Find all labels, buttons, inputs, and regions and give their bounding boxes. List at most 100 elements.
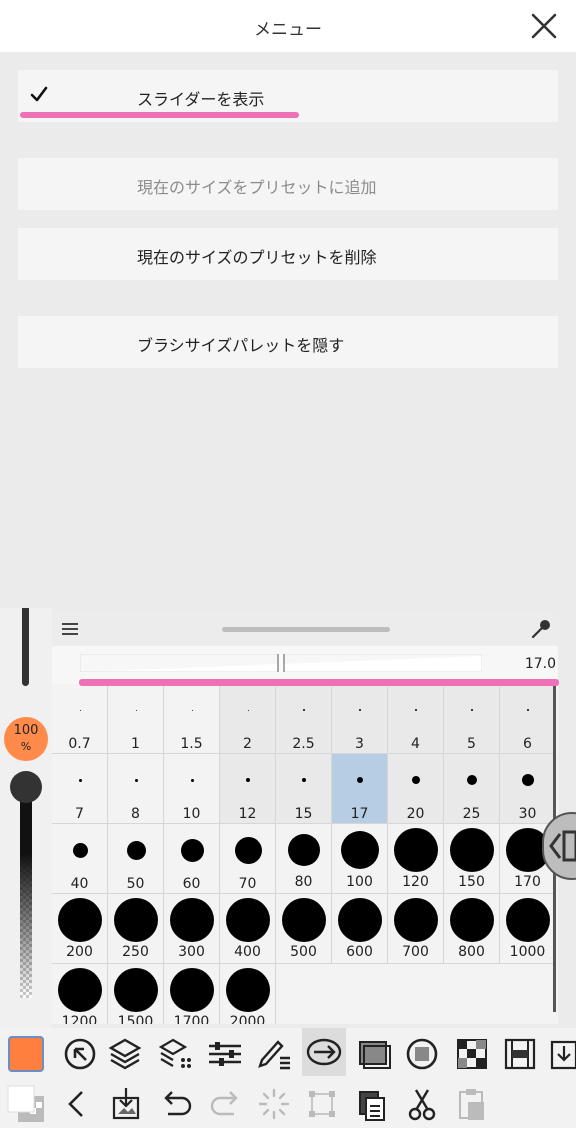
brush-preset-label: 1500 <box>117 1014 154 1024</box>
brush-preset-label: 200 <box>66 944 93 960</box>
brush-preset-600[interactable]: 600 <box>332 894 388 964</box>
brush-preview-dot <box>58 968 102 1012</box>
layer-property-button[interactable] <box>155 1032 199 1076</box>
brush-preset-60[interactable]: 60 <box>164 824 220 894</box>
brush-preset-label: 500 <box>290 944 317 960</box>
brush-preset-label: 50 <box>126 876 145 892</box>
import-button[interactable] <box>104 1082 148 1126</box>
brush-preset-label: 5 <box>467 736 476 752</box>
brush-preset-1000[interactable]: 1000 <box>500 894 556 964</box>
brush-preset-grid: 0.7 1 1.5 2 2.5 3 4 5 6 7 8 10 12 15 17 20 25 30 40 50 60 70 8… <box>52 684 556 1024</box>
brush-preview-dot <box>526 708 530 712</box>
brush-preset-100[interactable]: 100 <box>332 824 388 894</box>
brush-preset-1.5[interactable]: 1.5 <box>164 684 220 754</box>
brush-preset-label: 1.5 <box>180 736 203 752</box>
brush-size-slider[interactable] <box>80 654 482 672</box>
brush-preset-2.5[interactable]: 2.5 <box>276 684 332 754</box>
menu-item-label: 現在のサイズをプリセットに追加 <box>137 178 377 197</box>
brush-preset-20[interactable]: 20 <box>388 754 444 824</box>
copy-icon <box>359 1091 385 1121</box>
brush-preset-5[interactable]: 5 <box>444 684 500 754</box>
brush-preset-1500[interactable]: 1500 <box>108 964 164 1024</box>
cut-button[interactable] <box>400 1082 444 1126</box>
chevron-left-icon <box>549 830 576 862</box>
close-button[interactable] <box>526 8 562 44</box>
brush-preset-6[interactable]: 6 <box>500 684 556 754</box>
copy-button[interactable] <box>350 1082 394 1126</box>
brush-preset-1700[interactable]: 1700 <box>164 964 220 1024</box>
brush-preset-12[interactable]: 12 <box>220 754 276 824</box>
brush-preset-500[interactable]: 500 <box>276 894 332 964</box>
subtool-detail-button[interactable] <box>400 1032 444 1076</box>
sub-tool-button[interactable] <box>252 1032 296 1076</box>
brush-preset-2[interactable]: 2 <box>220 684 276 754</box>
window-button[interactable] <box>352 1032 396 1076</box>
back-button[interactable] <box>56 1082 100 1126</box>
brush-preview-dot <box>180 838 204 862</box>
slider-thumb[interactable] <box>277 654 285 672</box>
layers-button[interactable] <box>103 1032 147 1076</box>
hamburger-icon[interactable] <box>62 623 78 635</box>
brush-preset-70[interactable]: 70 <box>220 824 276 894</box>
brush-preset-8[interactable]: 8 <box>108 754 164 824</box>
brush-preview-dot <box>394 898 438 942</box>
main-color-swatch[interactable] <box>8 1036 44 1072</box>
undo-button[interactable] <box>154 1082 198 1126</box>
brush-preset-150[interactable]: 150 <box>444 824 500 894</box>
brush-preview-dot <box>506 898 550 942</box>
drag-handle[interactable] <box>222 627 390 632</box>
menu-item-add-preset[interactable]: 現在のサイズをプリセットに追加 <box>18 158 558 210</box>
brush-size-palette: 17.0 0.7 1 1.5 2 2.5 3 4 5 6 7 8 10 12 15 17 20 25 30 40 50… <box>52 612 558 1024</box>
chevron-left-icon <box>68 1091 83 1117</box>
brush-preset-1200[interactable]: 1200 <box>52 964 108 1024</box>
opacity-slider-knob[interactable] <box>10 771 42 803</box>
tool-property-button[interactable] <box>203 1032 247 1076</box>
brush-preset-200[interactable]: 200 <box>52 894 108 964</box>
timeline-button[interactable] <box>498 1032 542 1076</box>
brush-preset-120[interactable]: 120 <box>388 824 444 894</box>
paste-button[interactable] <box>450 1082 494 1126</box>
brush-preset-1[interactable]: 1 <box>108 684 164 754</box>
material-button[interactable] <box>450 1032 494 1076</box>
collapse-palette-handle[interactable] <box>542 812 576 880</box>
brush-preview-dot <box>226 968 270 1012</box>
save-button[interactable] <box>546 1032 576 1076</box>
select-frame-button[interactable] <box>300 1082 344 1126</box>
brush-preset-label: 150 <box>458 874 485 890</box>
eyedropper-icon[interactable] <box>530 618 552 640</box>
navigator-button[interactable] <box>58 1032 102 1076</box>
color-pair-button[interactable] <box>4 1082 48 1126</box>
brush-preset-300[interactable]: 300 <box>164 894 220 964</box>
brush-preset-0.7[interactable]: 0.7 <box>52 684 108 754</box>
opacity-slider-track[interactable] <box>20 776 32 998</box>
brush-preset-80[interactable]: 80 <box>276 824 332 894</box>
check-icon <box>30 86 48 102</box>
brush-preset-10[interactable]: 10 <box>164 754 220 824</box>
brush-preset-15[interactable]: 15 <box>276 754 332 824</box>
menu-item-hide-palette[interactable]: ブラシサイズパレットを隠す <box>18 316 558 368</box>
redo-button[interactable] <box>204 1082 248 1126</box>
brush-size-track[interactable] <box>22 608 29 686</box>
opacity-badge[interactable]: 100 % <box>4 717 48 761</box>
brush-preset-3[interactable]: 3 <box>332 684 388 754</box>
brush-preset-25[interactable]: 25 <box>444 754 500 824</box>
brush-preset-7[interactable]: 7 <box>52 754 108 824</box>
layers-icon <box>108 1038 142 1070</box>
brush-preset-800[interactable]: 800 <box>444 894 500 964</box>
brush-preset-label: 800 <box>458 944 485 960</box>
brush-preset-4[interactable]: 4 <box>388 684 444 754</box>
palette-header <box>52 612 558 646</box>
brush-preset-2000[interactable]: 2000 <box>220 964 276 1024</box>
brush-size-button[interactable] <box>302 1028 346 1076</box>
menu-item-delete-preset[interactable]: 現在のサイズのプリセットを削除 <box>18 228 558 280</box>
brush-preview-dot <box>522 774 534 786</box>
brush-preset-label: 2000 <box>229 1014 266 1024</box>
brush-preset-40[interactable]: 40 <box>52 824 108 894</box>
brush-preset-label: 20 <box>406 806 425 822</box>
pen-list-icon <box>258 1040 290 1070</box>
brush-preset-250[interactable]: 250 <box>108 894 164 964</box>
brush-preset-50[interactable]: 50 <box>108 824 164 894</box>
brush-preset-700[interactable]: 700 <box>388 894 444 964</box>
brush-preset-17[interactable]: 17 <box>332 754 388 824</box>
brush-preset-400[interactable]: 400 <box>220 894 276 964</box>
